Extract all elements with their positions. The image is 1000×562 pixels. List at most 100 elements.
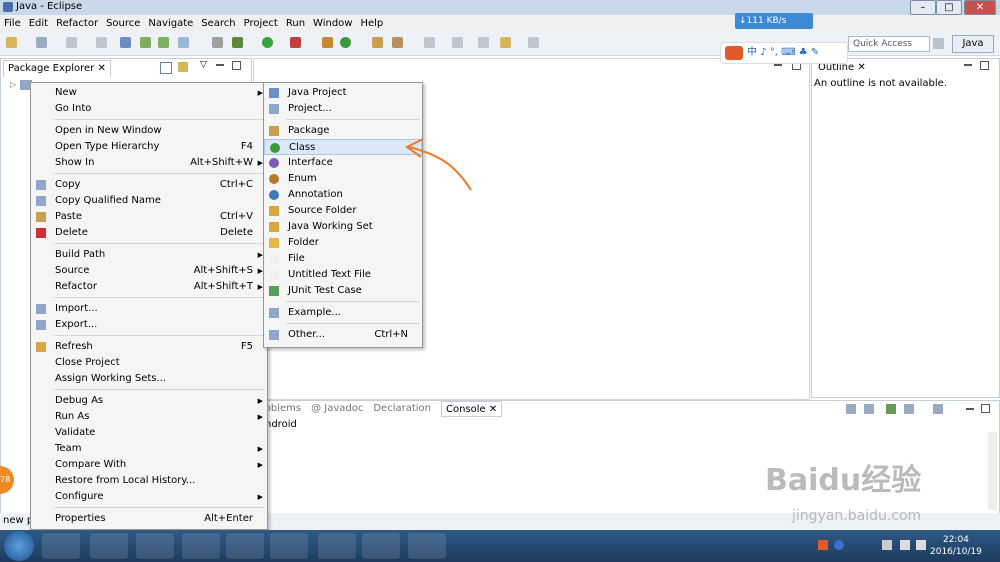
tray-help-icon[interactable] <box>834 540 844 550</box>
menu-item-paste[interactable]: Paste Ctrl+V <box>31 209 267 225</box>
print-icon[interactable] <box>96 37 107 48</box>
tray-ime-icon[interactable] <box>818 540 828 550</box>
external-tools-icon[interactable] <box>290 37 301 48</box>
forward-icon[interactable] <box>528 37 539 48</box>
minimize-editor-icon[interactable] <box>774 64 782 66</box>
settings-icon[interactable] <box>212 37 223 48</box>
new-submenu-item-untitled-text-file[interactable]: Untitled Text File <box>264 267 422 283</box>
document-app-icon[interactable] <box>362 533 400 559</box>
menu-item-source[interactable]: Source Alt+Shift+S ▶ <box>31 263 267 279</box>
scroll-lock-icon[interactable] <box>864 404 874 414</box>
ime-toolbar[interactable]: 中 ♪ °, ⌨ ♣ ✎ <box>720 42 848 64</box>
restore-button[interactable]: □ <box>936 0 962 15</box>
maximize-outline-icon[interactable] <box>980 61 989 70</box>
menu-edit[interactable]: Edit <box>25 18 52 29</box>
open-console-icon[interactable] <box>904 404 914 414</box>
close-button[interactable]: ✕ <box>964 0 996 15</box>
new-submenu-item-other[interactable]: Other... Ctrl+N <box>264 327 422 343</box>
collapse-all-icon[interactable] <box>160 62 172 74</box>
java-perspective-button[interactable]: Java <box>952 35 994 53</box>
menu-item-validate[interactable]: Validate <box>31 425 267 441</box>
menu-file[interactable]: File <box>0 18 25 29</box>
tab-declaration[interactable]: Declaration <box>373 401 431 417</box>
eclipse-taskbar-icon[interactable] <box>318 533 356 559</box>
menu-item-restore-from-local-history[interactable]: Restore from Local History... <box>31 473 267 489</box>
chat-app-icon[interactable] <box>182 533 220 559</box>
open-perspective-icon[interactable] <box>933 38 944 49</box>
menu-search[interactable]: Search <box>197 18 239 29</box>
new-submenu-item-java-project[interactable]: Java Project <box>264 85 422 101</box>
menu-item-assign-working-sets[interactable]: Assign Working Sets... <box>31 371 267 387</box>
menu-item-export[interactable]: Export... <box>31 317 267 333</box>
maximize-console-icon[interactable] <box>981 404 990 413</box>
menu-refactor[interactable]: Refactor <box>52 18 102 29</box>
net-speed-widget[interactable]: ↓111 KB/s <box>735 13 813 29</box>
save-all-icon[interactable] <box>66 37 77 48</box>
new-console-icon[interactable] <box>933 404 943 414</box>
tree-expand-icon[interactable]: ▷ <box>10 80 16 89</box>
save-icon[interactable] <box>36 37 47 48</box>
back-icon[interactable] <box>478 37 489 48</box>
new-submenu-item-project[interactable]: Project... <box>264 101 422 117</box>
taskbar-app-icon[interactable] <box>42 533 80 559</box>
last-edit-icon[interactable] <box>452 37 463 48</box>
browser-icon[interactable] <box>136 533 174 559</box>
new-submenu-item-source-folder[interactable]: Source Folder <box>264 203 422 219</box>
menu-item-properties[interactable]: Properties Alt+Enter <box>31 511 267 527</box>
menu-item-delete[interactable]: Delete Delete <box>31 225 267 241</box>
menu-source[interactable]: Source <box>102 18 144 29</box>
explorer-icon[interactable] <box>90 533 128 559</box>
display-console-icon[interactable] <box>886 404 896 414</box>
checkbox-icon[interactable] <box>178 37 189 48</box>
menu-item-copy-qualified-name[interactable]: Copy Qualified Name <box>31 193 267 209</box>
close-icon[interactable]: ✕ <box>857 62 865 73</box>
search-icon[interactable] <box>392 37 403 48</box>
console-scrollbar[interactable] <box>988 432 997 510</box>
new-submenu-item-file[interactable]: File <box>264 251 422 267</box>
debug-icon[interactable] <box>232 37 243 48</box>
run-icon[interactable] <box>262 37 273 48</box>
window-app-icon[interactable] <box>270 533 308 559</box>
minimize-button[interactable]: – <box>910 0 936 15</box>
new-class-icon[interactable] <box>340 37 351 48</box>
new-submenu-item-example[interactable]: Example... <box>264 305 422 321</box>
minimize-console-icon[interactable] <box>966 408 974 410</box>
cloud-app-icon[interactable] <box>226 533 264 559</box>
annotation-nav-icon[interactable] <box>424 37 435 48</box>
menu-item-compare-with[interactable]: Compare With ▶ <box>31 457 267 473</box>
menu-navigate[interactable]: Navigate <box>144 18 197 29</box>
menu-item-open-type-hierarchy[interactable]: Open Type Hierarchy F4 <box>31 139 267 155</box>
menu-item-refresh[interactable]: Refresh F5 <box>31 339 267 355</box>
network-icon[interactable] <box>900 540 910 550</box>
menu-item-show-in[interactable]: Show In Alt+Shift+W ▶ <box>31 155 267 171</box>
minimize-view-icon[interactable] <box>216 64 224 66</box>
menu-item-copy[interactable]: Copy Ctrl+C <box>31 177 267 193</box>
new-submenu-item-junit-test-case[interactable]: JUnit Test Case <box>264 283 422 299</box>
tab-javadoc[interactable]: @ Javadoc <box>311 401 363 417</box>
maximize-view-icon[interactable] <box>232 61 241 70</box>
new-submenu-item-java-working-set[interactable]: Java Working Set <box>264 219 422 235</box>
close-icon[interactable]: ✕ <box>97 63 105 74</box>
new-java-project-icon[interactable] <box>322 37 333 48</box>
start-button[interactable] <box>4 531 34 561</box>
menu-item-refactor[interactable]: Refactor Alt+Shift+T ▶ <box>31 279 267 295</box>
android-sdk-icon[interactable] <box>140 37 151 48</box>
quick-access-input[interactable]: Quick Access <box>848 36 930 52</box>
menu-run[interactable]: Run <box>282 18 309 29</box>
new-icon[interactable] <box>6 37 17 48</box>
view-menu-icon[interactable]: ▽ <box>200 60 207 70</box>
menu-item-import[interactable]: Import... <box>31 301 267 317</box>
menu-item-go-into[interactable]: Go Into <box>31 101 267 117</box>
console-pin-icon[interactable] <box>846 404 856 414</box>
menu-item-close-project[interactable]: Close Project <box>31 355 267 371</box>
tab-console[interactable]: Console ✕ <box>441 401 503 417</box>
menu-project[interactable]: Project <box>240 18 282 29</box>
screenshot-app-icon[interactable] <box>408 533 446 559</box>
avd-icon[interactable] <box>158 37 169 48</box>
menu-item-new[interactable]: New ▶ <box>31 85 267 101</box>
link-editor-icon[interactable] <box>178 62 188 72</box>
clock[interactable]: 22:04 2016/10/19 <box>930 534 982 558</box>
menu-item-build-path[interactable]: Build Path ▶ <box>31 247 267 263</box>
menu-item-team[interactable]: Team ▶ <box>31 441 267 457</box>
menu-help[interactable]: Help <box>356 18 387 29</box>
